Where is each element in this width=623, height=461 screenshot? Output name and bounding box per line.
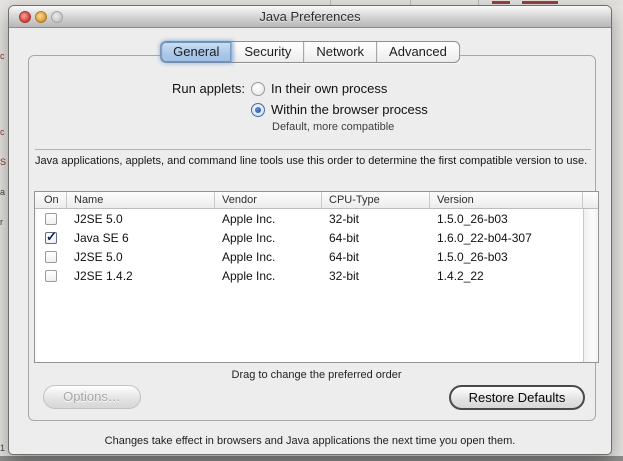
cell-cpu: 64-bit bbox=[329, 249, 360, 264]
column-header-on: On bbox=[35, 192, 67, 208]
cell-name: J2SE 5.0 bbox=[74, 249, 123, 264]
close-button[interactable] bbox=[19, 11, 31, 23]
tab-network[interactable]: Network bbox=[304, 42, 378, 62]
column-header-version: Version bbox=[430, 192, 583, 208]
options-button[interactable]: Options… bbox=[43, 385, 141, 409]
java-versions-table: On Name Vendor CPU-Type Version ✓ J2SE 5… bbox=[34, 191, 599, 363]
cell-cpu: 32-bit bbox=[329, 268, 360, 283]
cell-name: J2SE 1.4.2 bbox=[74, 268, 133, 283]
minimize-button[interactable] bbox=[35, 11, 47, 23]
cell-vendor: Apple Inc. bbox=[222, 230, 276, 245]
radio-own-process[interactable] bbox=[251, 82, 265, 96]
cell-version: 1.4.2_22 bbox=[437, 268, 484, 283]
scrollbar-track[interactable] bbox=[583, 209, 598, 362]
cell-version: 1.5.0_26-b03 bbox=[437, 249, 508, 264]
check-icon: ✓ bbox=[46, 231, 57, 244]
tab-bar: General Security Network Advanced bbox=[160, 41, 460, 63]
window-title: Java Preferences bbox=[259, 9, 361, 24]
cell-version: 1.5.0_26-b03 bbox=[437, 211, 508, 226]
table-row[interactable]: ✓ J2SE 1.4.2 Apple Inc. 32-bit 1.4.2_22 bbox=[35, 266, 598, 285]
radio-browser-process-label[interactable]: Within the browser process bbox=[271, 102, 428, 117]
background-text-fragment: 1 bbox=[0, 444, 6, 453]
column-header-cpu: CPU-Type bbox=[322, 192, 430, 208]
cell-cpu: 32-bit bbox=[329, 211, 360, 226]
footer-note: Changes take effect in browsers and Java… bbox=[104, 435, 516, 447]
titlebar[interactable]: Java Preferences bbox=[9, 6, 611, 28]
zoom-button[interactable] bbox=[51, 11, 63, 23]
tab-advanced[interactable]: Advanced bbox=[377, 42, 459, 62]
table-header: On Name Vendor CPU-Type Version bbox=[35, 192, 598, 209]
cell-name: J2SE 5.0 bbox=[74, 211, 123, 226]
java-preferences-window: Java Preferences General Security Networ… bbox=[8, 5, 612, 455]
background-text-fragment: r bbox=[0, 218, 3, 227]
cell-vendor: Apple Inc. bbox=[222, 268, 276, 283]
row-checkbox[interactable]: ✓ bbox=[45, 250, 57, 263]
background-text-fragment: c bbox=[0, 128, 5, 137]
table-row[interactable]: ✓ J2SE 5.0 Apple Inc. 32-bit 1.5.0_26-b0… bbox=[35, 209, 598, 228]
tab-general[interactable]: General bbox=[161, 42, 233, 62]
run-applets-label: Run applets: bbox=[172, 81, 245, 96]
table-row[interactable]: ✓ J2SE 5.0 Apple Inc. 64-bit 1.5.0_26-b0… bbox=[35, 247, 598, 266]
background-text-fragment: c bbox=[0, 52, 5, 61]
cell-cpu: 64-bit bbox=[329, 230, 360, 245]
restore-defaults-button[interactable]: Restore Defaults bbox=[449, 385, 585, 410]
column-header-name: Name bbox=[67, 192, 215, 208]
default-note: Default, more compatible bbox=[272, 121, 395, 133]
background-red-mark bbox=[522, 1, 558, 4]
background-text-fragment: S bbox=[0, 158, 7, 167]
tab-security[interactable]: Security bbox=[232, 42, 305, 62]
background-text-fragment: a bbox=[0, 188, 6, 197]
row-checkbox[interactable]: ✓ bbox=[45, 269, 57, 282]
radio-browser-process[interactable] bbox=[251, 103, 265, 117]
table-row[interactable]: ✓ Java SE 6 Apple Inc. 64-bit 1.6.0_22-b… bbox=[35, 228, 598, 247]
cell-version: 1.6.0_22-b04-307 bbox=[437, 230, 532, 245]
background-red-mark bbox=[492, 1, 510, 4]
radio-dot-icon bbox=[255, 107, 261, 113]
column-header-vendor: Vendor bbox=[215, 192, 322, 208]
row-checkbox[interactable]: ✓ bbox=[45, 231, 57, 244]
background-window-bottom-strip bbox=[0, 456, 623, 461]
row-checkbox[interactable]: ✓ bbox=[45, 212, 57, 225]
cell-vendor: Apple Inc. bbox=[222, 249, 276, 264]
separator-line bbox=[35, 149, 591, 150]
order-description: Java applications, applets, and command … bbox=[35, 155, 588, 167]
radio-own-process-label[interactable]: In their own process bbox=[271, 81, 387, 96]
column-header-corner bbox=[583, 192, 598, 208]
cell-vendor: Apple Inc. bbox=[222, 211, 276, 226]
drag-hint-text: Drag to change the preferred order bbox=[231, 369, 402, 381]
cell-name: Java SE 6 bbox=[74, 230, 129, 245]
